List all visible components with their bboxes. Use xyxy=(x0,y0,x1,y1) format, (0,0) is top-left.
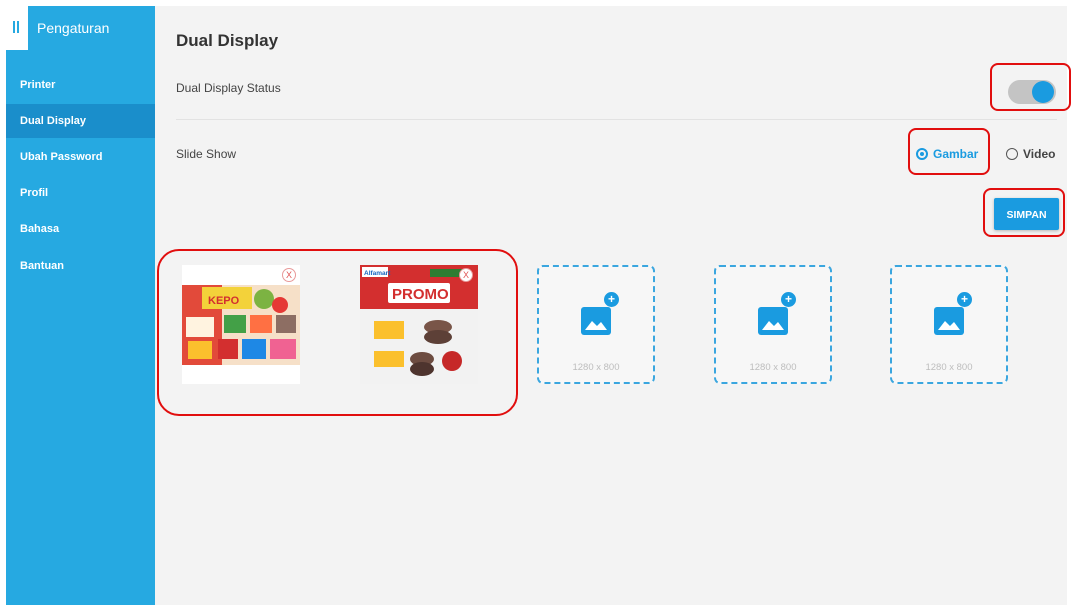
sidebar-item-ubah-password[interactable]: Ubah Password xyxy=(6,140,155,174)
flyer-1-text: KEPO xyxy=(208,295,240,307)
save-button[interactable]: SIMPAN xyxy=(994,198,1059,230)
radio-gambar-label: Gambar xyxy=(933,147,979,161)
sidebar-title: Pengaturan xyxy=(37,20,110,36)
upload-slot-3[interactable]: + 1280 x 800 xyxy=(890,265,1008,384)
page-title: Dual Display xyxy=(176,31,279,50)
add-icon: + xyxy=(781,292,796,307)
main-panel: Dual Display Dual Display Status Slide S… xyxy=(155,6,1067,605)
radio-checked-icon xyxy=(916,148,928,160)
sidebar-toggle-button[interactable] xyxy=(6,6,28,50)
sidebar-item-profil[interactable]: Profil xyxy=(6,176,155,210)
menu-bar-icon xyxy=(17,21,19,33)
menu-bar-icon xyxy=(13,21,15,33)
remove-image-2-button[interactable]: X xyxy=(459,268,473,282)
uploaded-image-2[interactable]: Alfamart PROMO xyxy=(360,265,478,384)
flyer-2-text: PROMO xyxy=(392,286,449,303)
add-icon: + xyxy=(957,292,972,307)
slot-size-label: 1280 x 800 xyxy=(925,362,973,373)
sidebar-item-dual-display[interactable]: Dual Display xyxy=(6,104,155,138)
add-icon: + xyxy=(604,292,619,307)
promo-flyer-1-image: KEPO xyxy=(182,265,300,384)
uploaded-image-1[interactable]: KEPO xyxy=(182,265,300,384)
divider xyxy=(176,119,1057,120)
radio-gambar[interactable]: Gambar xyxy=(916,146,978,162)
dual-display-status-label: Dual Display Status xyxy=(176,81,281,95)
sidebar-item-bantuan[interactable]: Bantuan xyxy=(6,249,155,283)
image-placeholder-icon xyxy=(758,307,788,335)
slot-size-label: 1280 x 800 xyxy=(572,362,620,373)
sidebar-header: Pengaturan xyxy=(6,6,155,50)
upload-slot-1[interactable]: + 1280 x 800 xyxy=(537,265,655,384)
toggle-knob xyxy=(1032,81,1054,103)
remove-image-1-button[interactable]: X xyxy=(282,268,296,282)
radio-unchecked-icon xyxy=(1006,148,1018,160)
upload-slot-2[interactable]: + 1280 x 800 xyxy=(714,265,832,384)
flyer-2-brand: Alfamart xyxy=(364,270,391,277)
slot-size-label: 1280 x 800 xyxy=(749,362,797,373)
image-placeholder-icon xyxy=(934,307,964,335)
sidebar-item-bahasa[interactable]: Bahasa xyxy=(6,212,155,246)
slide-show-label: Slide Show xyxy=(176,147,237,161)
image-placeholder-icon xyxy=(581,307,611,335)
dual-display-status-toggle[interactable] xyxy=(1008,80,1056,104)
sidebar-item-printer[interactable]: Printer xyxy=(6,68,155,102)
radio-video-label: Video xyxy=(1023,147,1056,161)
sidebar: Pengaturan Printer Dual Display Ubah Pas… xyxy=(6,6,155,605)
radio-video[interactable]: Video xyxy=(1006,146,1055,162)
promo-flyer-2-image: Alfamart PROMO xyxy=(360,265,478,384)
